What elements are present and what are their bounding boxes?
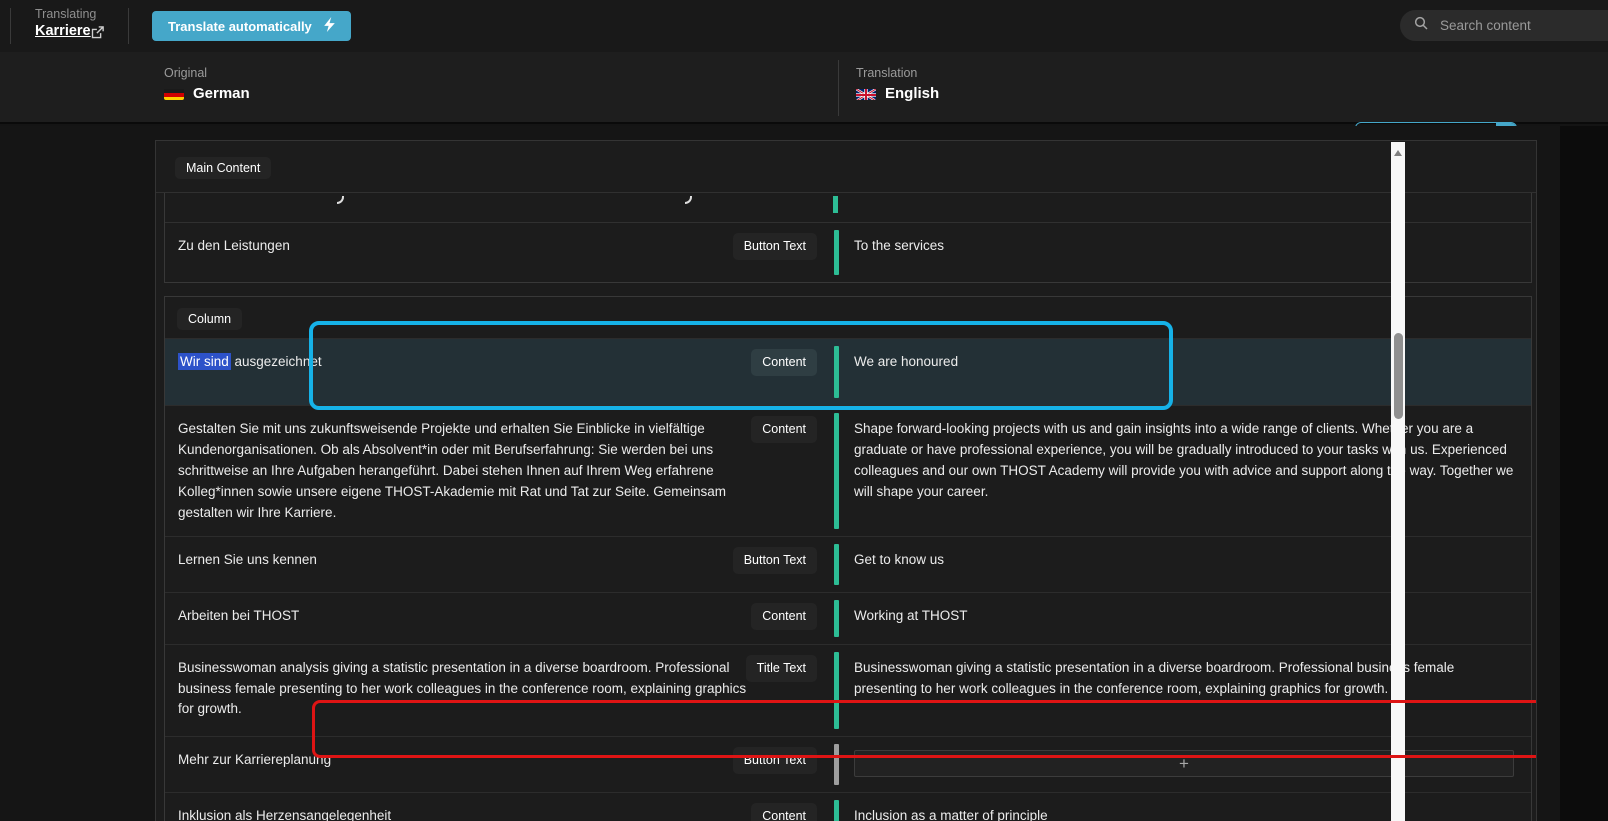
source-text: Gestalten Sie mit uns zukunftsweisende P… — [178, 419, 754, 524]
plus-icon: + — [1179, 755, 1189, 772]
field-type-tag: Content — [751, 803, 817, 821]
source-text: Zu den Leistungen — [178, 236, 754, 257]
translation-status-bar — [833, 196, 838, 213]
source-text: Lernen Sie uns kennen — [178, 550, 754, 571]
source-cell[interactable]: Arbeiten bei THOST Content — [165, 593, 834, 644]
selected-text: Wir sind — [178, 353, 231, 370]
topbar-divider — [128, 8, 129, 44]
target-cell[interactable]: Businesswoman giving a statistic present… — [839, 645, 1531, 736]
original-language: German — [164, 85, 250, 102]
target-text: Working at THOST — [854, 606, 1516, 627]
content-panel: Main Content Zu den Leistungen Button Te… — [155, 140, 1537, 821]
target-cell[interactable]: + — [839, 737, 1531, 792]
target-cell[interactable]: Inclusion as a matter of principle — [839, 793, 1531, 821]
add-translation-field[interactable]: + — [854, 750, 1514, 777]
source-text: Wir sind ausgezeichnet — [178, 352, 754, 373]
source-cell[interactable]: Mehr zur Karriereplanung Button Text — [165, 737, 834, 792]
source-cell[interactable]: Businesswoman analysis giving a statisti… — [165, 645, 834, 736]
field-type-tag: Content — [751, 416, 817, 443]
target-text: Businesswoman giving a statistic present… — [854, 658, 1516, 700]
translation-row: Lernen Sie uns kennen Button Text Get to… — [165, 536, 1531, 592]
clipped-text-fragment — [337, 196, 344, 204]
source-cell[interactable]: Inklusion als Herzensangelegenheit Conte… — [165, 793, 834, 821]
group-tag-row: Column — [165, 297, 1531, 338]
target-text: Get to know us — [854, 550, 1516, 571]
source-cell[interactable]: Lernen Sie uns kennen Button Text — [165, 537, 834, 592]
field-type-tag: Button Text — [733, 547, 817, 574]
section-header: Main Content — [156, 141, 1536, 193]
content-group: Zu den Leistungen Button Text To the ser… — [164, 193, 1532, 283]
scroll-up-arrow-icon[interactable] — [1394, 150, 1402, 156]
group-tag: Column — [177, 308, 242, 330]
search-bar[interactable] — [1400, 10, 1608, 41]
translation-row: Mehr zur Karriereplanung Button Text + — [165, 736, 1531, 792]
translate-button-label: Translate automatically — [168, 19, 312, 34]
clipped-row — [165, 193, 1531, 223]
translation-label: Translation — [856, 66, 917, 80]
target-text: Shape forward-looking projects with us a… — [854, 419, 1516, 503]
field-type-tag: Button Text — [733, 747, 817, 774]
field-type-tag: Button Text — [733, 233, 817, 260]
target-text: We are honoured — [854, 352, 1516, 373]
translation-row: Arbeiten bei THOST Content Working at TH… — [165, 592, 1531, 644]
section-tag: Main Content — [175, 157, 271, 179]
source-text: Arbeiten bei THOST — [178, 606, 754, 627]
right-gutter — [1560, 126, 1608, 821]
group-a-rows: Zu den Leistungen Button Text To the ser… — [165, 223, 1531, 282]
translation-language: English — [856, 85, 939, 102]
main-area: Main Content Zu den Leistungen Button Te… — [0, 126, 1608, 821]
field-type-tag: Content — [751, 349, 817, 376]
clipped-text-fragment — [685, 196, 692, 204]
page-name-link[interactable]: Karriere — [35, 23, 91, 39]
source-text: Businesswoman analysis giving a statisti… — [178, 658, 754, 721]
target-cell[interactable]: We are honoured — [839, 339, 1531, 405]
original-label: Original — [164, 66, 207, 80]
translating-label: Translating — [35, 7, 96, 21]
external-link-icon[interactable] — [90, 25, 105, 40]
column-divider — [838, 60, 839, 116]
translation-row: Gestalten Sie mit uns zukunftsweisende P… — [165, 405, 1531, 536]
german-flag-icon — [164, 88, 184, 100]
search-input[interactable] — [1438, 17, 1588, 34]
field-type-tag: Title Text — [746, 655, 817, 682]
original-language-name: German — [193, 85, 250, 102]
target-cell[interactable]: Get to know us — [839, 537, 1531, 592]
content-group: Column Wir sind ausgezeichnet Content We… — [164, 296, 1532, 821]
source-cell[interactable]: Wir sind ausgezeichnet Content — [165, 339, 834, 405]
translation-row: Zu den Leistungen Button Text To the ser… — [165, 223, 1531, 282]
target-text: To the services — [854, 236, 1516, 257]
target-cell[interactable]: Shape forward-looking projects with us a… — [839, 406, 1531, 536]
search-icon — [1413, 15, 1429, 36]
field-type-tag: Content — [751, 603, 817, 630]
topbar-left-divider — [10, 8, 11, 44]
source-text: Inklusion als Herzensangelegenheit — [178, 806, 754, 821]
lightning-bolt-icon — [324, 17, 335, 35]
translation-row: Wir sind ausgezeichnet Content We are ho… — [165, 338, 1531, 405]
translation-language-name: English — [885, 85, 939, 102]
source-cell[interactable]: Gestalten Sie mit uns zukunftsweisende P… — [165, 406, 834, 536]
target-cell[interactable]: To the services — [839, 223, 1531, 282]
language-header: Original German Translation English Untr… — [0, 52, 1608, 124]
translation-row: Businesswoman analysis giving a statisti… — [165, 644, 1531, 736]
source-text: Mehr zur Karriereplanung — [178, 750, 754, 771]
group-b-rows: Wir sind ausgezeichnet Content We are ho… — [165, 338, 1531, 821]
uk-flag-icon — [856, 88, 876, 100]
scrollbar-thumb[interactable] — [1394, 333, 1403, 419]
top-bar: Translating Karriere Translate automatic… — [0, 0, 1608, 52]
target-text: Inclusion as a matter of principle — [854, 806, 1516, 821]
translate-automatically-button[interactable]: Translate automatically — [152, 11, 351, 41]
scrollbar[interactable] — [1391, 142, 1405, 821]
source-cell[interactable]: Zu den Leistungen Button Text — [165, 223, 834, 282]
translation-row: Inklusion als Herzensangelegenheit Conte… — [165, 792, 1531, 821]
target-cell[interactable]: Working at THOST — [839, 593, 1531, 644]
